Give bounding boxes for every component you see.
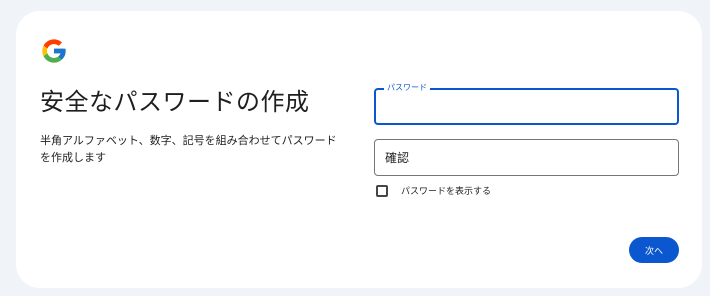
show-password-toggle[interactable]: パスワードを表示する xyxy=(376,184,491,197)
page-description: 半角アルファベット、数字、記号を組み合わせてパスワードを作成します xyxy=(40,134,337,164)
confirm-input[interactable] xyxy=(375,140,678,175)
confirm-field[interactable] xyxy=(374,139,679,176)
google-logo-icon xyxy=(42,39,66,63)
next-button[interactable]: 次へ xyxy=(629,237,679,263)
show-password-label[interactable]: パスワードを表示する xyxy=(401,184,491,197)
password-input[interactable] xyxy=(376,90,677,123)
show-password-checkbox[interactable] xyxy=(376,184,388,197)
page-title: 安全なパスワードの作成 xyxy=(40,88,310,116)
signin-card: 安全なパスワードの作成 半角アルファベット、数字、記号を組み合わせてパスワードを… xyxy=(16,11,702,288)
password-field[interactable]: パスワード xyxy=(374,82,679,125)
